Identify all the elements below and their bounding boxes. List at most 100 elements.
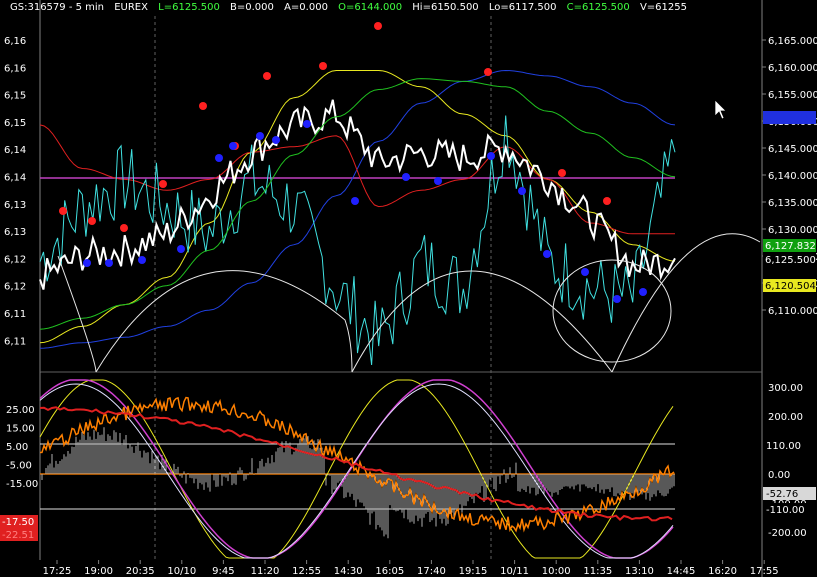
left-price-label: 6,11 (4, 309, 26, 320)
signal-dot-red (199, 102, 207, 110)
indicator-panel (39, 372, 675, 560)
time-axis-label: 14:30 (334, 566, 363, 577)
time-axis-label: 13:10 (625, 566, 654, 577)
time-axis-label: 17:55 (750, 566, 779, 577)
indicator-badge-text: 110.00 (766, 441, 801, 452)
chart-canvas[interactable]: 6,165.0006,160.0006,155.0006,150.0006,14… (0, 0, 817, 577)
cyan-series-line (39, 115, 676, 366)
price-axis-label: 6,145.000 (768, 144, 817, 155)
time-axis-label: 11:35 (583, 566, 612, 577)
price-axis-label: 6,155.000 (768, 90, 817, 101)
time-axis-label: 16:20 (708, 566, 737, 577)
indicator-axis-label: 300.00 (768, 383, 803, 394)
indicator-axis-label: 0.00 (768, 470, 790, 481)
signal-dot-red (59, 207, 67, 215)
high-value: Hi=6150.500 (412, 2, 479, 13)
ask-value: A=0.000 (284, 2, 328, 13)
left-badge-text: -22.51 (2, 530, 34, 541)
signal-dot-blue (581, 268, 589, 276)
signal-dot-blue (518, 187, 526, 195)
time-axis-label: 12:55 (292, 566, 321, 577)
left-price-label: 6,15 (4, 91, 26, 102)
left-indicator-label: -15.00 (6, 479, 38, 490)
signal-dot-blue (83, 259, 91, 267)
signal-dot-blue (177, 245, 185, 253)
signal-dot-blue (229, 142, 237, 150)
time-axis-label: 19:00 (84, 566, 113, 577)
open-value: O=6144.000 (338, 2, 403, 13)
signal-dot-red (120, 224, 128, 232)
left-indicator-label: 15.00 (6, 424, 35, 435)
price-axis-label: 6,165.000 (768, 36, 817, 47)
price-badge-text: 6,153.0?? (765, 113, 814, 124)
signal-dot-blue (434, 177, 442, 185)
time-axis-label: 16:05 (375, 566, 404, 577)
signal-dot-red (603, 197, 611, 205)
price-axis-label: 6,140.000 (768, 171, 817, 182)
left-price-label: 6,13 (4, 200, 26, 211)
chart-window: 6,165.0006,160.0006,155.0006,150.0006,14… (0, 0, 817, 577)
price-axis-label: 6,110.000 (768, 306, 817, 317)
price-badge-text: 6,127.832 (765, 241, 816, 252)
price-badge-text: 6,120.504 (765, 281, 816, 292)
signal-dot-blue (105, 259, 113, 267)
time-axis-label: 11:20 (251, 566, 280, 577)
signal-dot-red (319, 62, 327, 70)
arc-line (611, 233, 761, 373)
arc-line (57, 255, 97, 373)
indicator-badge-text: -52.76 (766, 489, 798, 500)
left-badge-text: -17.50 (2, 517, 34, 528)
signal-dot-blue (256, 132, 264, 140)
bid-value: B=0.000 (230, 2, 274, 13)
signal-dot-blue (215, 154, 223, 162)
signal-dot-red (263, 72, 271, 80)
signal-dot-blue (639, 288, 647, 296)
left-price-label: 6,14 (4, 173, 26, 184)
left-axis: 6,16 6,16 6,15 6,15 6,14 6,14 6,13 6,13 6,12 6,12… (4, 36, 38, 490)
time-axis-label: 10/10 (167, 566, 196, 577)
symbol-label: GS:316579 - 5 min (10, 2, 105, 13)
quote-header: GS:316579 - 5 min EUREX L=6125.500 B=0.0… (0, 0, 817, 16)
left-price-label: 6,13 (4, 227, 26, 238)
signal-dot-red (159, 180, 167, 188)
time-axis-label: 17:40 (417, 566, 446, 577)
price-axis-label: 6,130.000 (768, 225, 817, 236)
left-indicator-label: -5.00 (6, 461, 32, 472)
left-price-label: 6,16 (4, 36, 26, 47)
left-price-label: 6,12 (4, 282, 26, 293)
price-series-line (39, 99, 676, 290)
left-price-label: 6,15 (4, 118, 26, 129)
time-axis-label: 10:00 (542, 566, 571, 577)
time-axis-label: 14:45 (667, 566, 696, 577)
signal-dot-blue (351, 197, 359, 205)
left-indicator-label: 25.00 (6, 405, 35, 416)
indicator-axis-label: -200.00 (768, 528, 807, 539)
left-price-label: 6,11 (4, 336, 26, 347)
signal-dot-blue (613, 295, 621, 303)
left-indicator-label: 5.00 (6, 442, 28, 453)
mouse-cursor-icon (714, 99, 727, 120)
red-average-line (39, 124, 675, 235)
signal-dot-blue (487, 152, 495, 160)
indicator-badge-text: -110.00 (766, 505, 805, 516)
price-axis-label: 6,135.000 (768, 198, 817, 209)
signal-dot-red (484, 68, 492, 76)
left-price-label: 6,14 (4, 145, 26, 156)
low-value: Lo=6117.500 (488, 2, 557, 13)
signal-dot-blue (138, 256, 146, 264)
close-value: C=6125.500 (566, 2, 630, 13)
signal-dot-blue (303, 120, 311, 128)
price-badge-text: 6,125.500 (765, 255, 816, 266)
time-axis-label: 9:45 (212, 566, 234, 577)
volume-value: V=61255 (639, 2, 687, 13)
indicator-axis-label: 200.00 (768, 412, 803, 423)
time-axis-label: 20:35 (126, 566, 155, 577)
exchange-label: EUREX (114, 2, 148, 13)
time-axis-label: 17:25 (43, 566, 72, 577)
time-axis[interactable]: 17:25 19:00 20:35 10/10 9:45 11:20 12:55 14:30 1… (43, 560, 779, 577)
left-price-label: 6,12 (4, 254, 26, 265)
last-value: L=6125.500 (158, 2, 220, 13)
signal-dot-red (374, 22, 382, 30)
signal-dot-red (558, 169, 566, 177)
left-price-label: 6,16 (4, 63, 26, 74)
